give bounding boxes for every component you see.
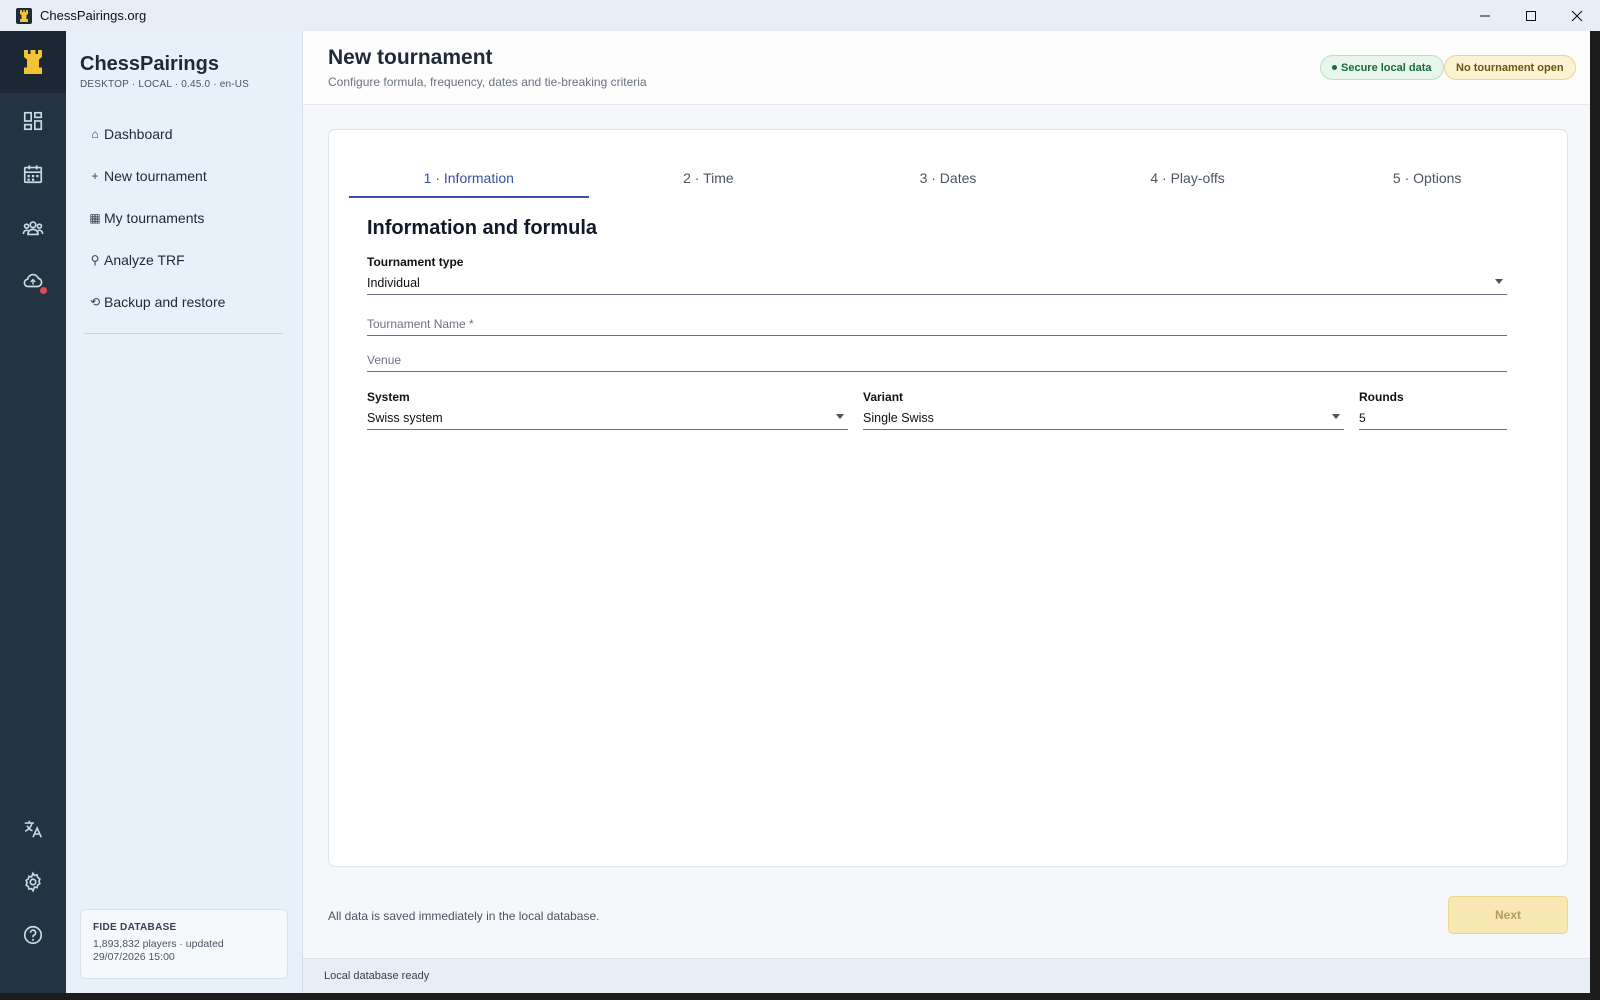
app-logo[interactable] (0, 31, 66, 93)
gear-icon (25, 871, 41, 893)
secure-data-badge-label: Secure local data (1341, 61, 1432, 74)
main-content: New tournament Configure formula, freque… (303, 31, 1590, 993)
sidebar-nav: ⌂ Dashboard + New tournament ▦ My tourna… (80, 113, 286, 323)
tab-information[interactable]: 1 · Information (349, 158, 589, 198)
tournament-type-value: Individual (367, 275, 420, 290)
sync-alert-dot (40, 287, 47, 294)
sidebar-item-new-tournament[interactable]: + New tournament (80, 155, 286, 197)
section-title: Information and formula (367, 217, 597, 239)
page-subtitle: Configure formula, frequency, dates and … (328, 75, 647, 89)
home-icon: ⌂ (91, 127, 99, 141)
page-title: New tournament (328, 46, 493, 69)
sidebar-item-label: New tournament (104, 168, 207, 184)
secure-data-badge: Secure local data (1320, 55, 1444, 80)
chevron-down-icon (1332, 414, 1340, 419)
system-value: Swiss system (367, 410, 443, 425)
autosave-note: All data is saved immediately in the loc… (328, 909, 600, 923)
window-title-bar: ChessPairings.org (0, 0, 1600, 31)
sidebar-item-label: Analyze TRF (104, 252, 185, 268)
tournament-name-input[interactable] (367, 312, 1507, 336)
rail-settings-button[interactable] (13, 862, 53, 902)
tab-play-offs[interactable]: 4 · Play-offs (1068, 158, 1308, 198)
rounds-input[interactable] (1359, 406, 1507, 430)
calendar-icon (23, 165, 43, 184)
rail-help-button[interactable] (13, 915, 53, 955)
rail-cloud-sync-button[interactable] (13, 261, 53, 301)
rook-logo-icon (24, 50, 42, 74)
tab-options[interactable]: 5 · Options (1307, 158, 1547, 198)
sidebar-item-my-tournaments[interactable]: ▦ My tournaments (80, 197, 286, 239)
people-icon (22, 221, 44, 236)
sidebar-item-analyze-trf[interactable]: ⚲ Analyze TRF (80, 239, 286, 281)
minimize-icon (1480, 15, 1490, 16)
system-label: System (367, 390, 410, 404)
next-button[interactable]: Next (1448, 896, 1568, 934)
chevron-down-icon (836, 414, 844, 419)
variant-value: Single Swiss (863, 410, 934, 425)
grid-icon: ▦ (89, 211, 101, 225)
chevron-down-icon (1495, 279, 1503, 284)
tournament-status-badge: No tournament open (1444, 55, 1576, 80)
rail-language-button[interactable] (13, 809, 53, 849)
tournament-type-select[interactable]: Individual (367, 271, 1507, 295)
close-window-button[interactable] (1554, 0, 1600, 31)
sidebar-item-dashboard[interactable]: ⌂ Dashboard (80, 113, 286, 155)
fide-card-text: 1,893,832 players · updated 29/07/2026 1… (93, 938, 224, 963)
icon-rail (0, 31, 66, 993)
close-icon (1571, 10, 1583, 21)
fide-database-card: FIDE DATABASE 1,893,832 players · update… (80, 909, 288, 979)
variant-select[interactable]: Single Swiss (863, 406, 1344, 430)
page-header: New tournament Configure formula, freque… (303, 31, 1590, 105)
rail-calendar-button[interactable] (13, 154, 53, 194)
translate-icon (24, 820, 42, 838)
variant-label: Variant (863, 390, 904, 404)
sidebar-item-backup-restore[interactable]: ⟲ Backup and restore (80, 281, 286, 323)
venue-input[interactable] (367, 348, 1507, 372)
wizard-tabs: 1 · Information 2 · Time 3 · Dates 4 · P… (349, 158, 1547, 198)
fide-card-title: FIDE DATABASE (93, 922, 177, 933)
sidebar: ChessPairings DESKTOP · LOCAL · 0.45.0 ·… (66, 31, 303, 993)
status-text: Local database ready (324, 970, 430, 982)
wizard-card: 1 · Information 2 · Time 3 · Dates 4 · P… (328, 129, 1568, 867)
rail-players-button[interactable] (13, 208, 53, 248)
dashboard-icon (23, 111, 43, 131)
sidebar-divider (84, 333, 283, 334)
tab-time[interactable]: 2 · Time (589, 158, 829, 198)
rail-dashboard-button[interactable] (13, 101, 53, 141)
sidebar-item-label: Backup and restore (104, 294, 226, 310)
maximize-icon (1526, 10, 1536, 21)
maximize-button[interactable] (1508, 0, 1554, 31)
minimize-button[interactable] (1462, 0, 1508, 31)
status-dot-icon (1332, 65, 1337, 70)
status-bar: Local database ready (303, 958, 1590, 993)
search-icon: ⚲ (90, 253, 100, 267)
tab-dates[interactable]: 3 · Dates (828, 158, 1068, 198)
brand-name: ChessPairings (80, 53, 219, 75)
brand-meta: DESKTOP · LOCAL · 0.45.0 · en-US (80, 79, 250, 90)
sidebar-item-label: Dashboard (104, 126, 173, 142)
app-rook-icon (16, 7, 32, 24)
sidebar-item-label: My tournaments (104, 210, 205, 226)
system-select[interactable]: Swiss system (367, 406, 848, 430)
plus-icon: + (91, 169, 99, 183)
rounds-label: Rounds (1359, 390, 1404, 404)
help-icon (23, 925, 43, 945)
tournament-type-label: Tournament type (367, 255, 464, 269)
restore-icon: ⟲ (89, 295, 101, 309)
window-title: ChessPairings.org (40, 8, 147, 23)
